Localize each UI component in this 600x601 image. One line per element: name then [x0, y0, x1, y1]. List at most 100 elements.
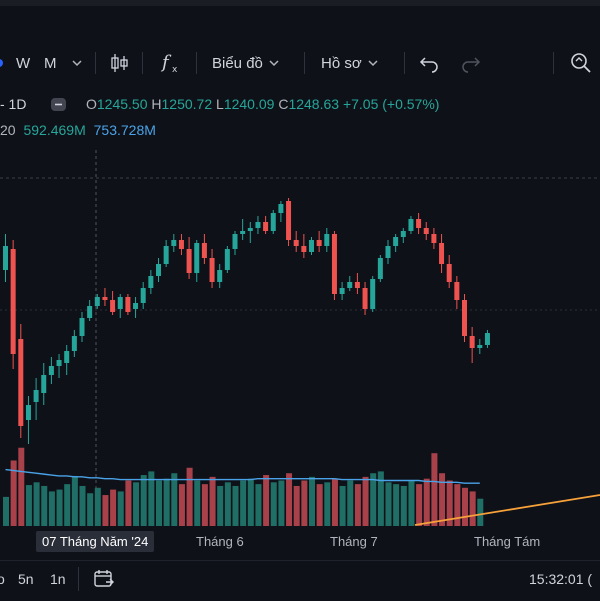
candle-body	[462, 300, 467, 336]
volume-bar	[217, 485, 224, 526]
close-label: C	[278, 96, 289, 112]
candle-body	[370, 279, 376, 309]
volume-bar	[25, 485, 32, 526]
candle-body	[94, 297, 100, 306]
range-partial-button[interactable]: o	[0, 571, 5, 587]
price-chart[interactable]	[0, 150, 600, 528]
time-tick-july: Tháng 7	[330, 534, 378, 549]
open-label: O	[86, 96, 97, 112]
volume-bar	[247, 478, 254, 526]
range-1d-button[interactable]: 1n	[50, 571, 66, 587]
candle-body	[423, 228, 429, 234]
chevron-down-icon	[368, 60, 378, 67]
candle-body	[156, 264, 161, 276]
clock-timezone[interactable]: 15:32:01 (	[529, 571, 592, 587]
chart-type-dropdown[interactable]: Biểu đồ	[212, 40, 283, 86]
candle-body	[278, 204, 284, 213]
candle-body	[316, 240, 322, 246]
volume-bar	[110, 489, 117, 526]
candle-body	[48, 366, 54, 375]
candle-body	[439, 243, 445, 264]
legend-collapse-icon[interactable]	[50, 95, 68, 116]
window-top-strip	[0, 0, 600, 6]
candle-body	[324, 234, 330, 246]
volume-bar	[224, 482, 231, 526]
interval-weekly-label: W	[16, 54, 31, 72]
volume-bar	[362, 476, 369, 526]
replay-search-icon[interactable]	[568, 40, 594, 86]
candle-body	[64, 351, 70, 363]
interval-dropdown-chevron-icon[interactable]	[70, 40, 84, 86]
volume-bar	[201, 484, 208, 526]
candle-body	[209, 258, 215, 282]
volume-bar	[33, 482, 40, 526]
candle-body	[270, 213, 276, 231]
volume-bar	[408, 480, 415, 526]
volume-bar	[133, 482, 140, 526]
volume-bar	[171, 473, 178, 526]
volume-legend: 20 592.469M 753.728M	[0, 122, 156, 140]
candle-body	[125, 297, 131, 312]
candle-body	[87, 306, 93, 318]
candle-body	[56, 360, 62, 366]
calendar-goto-icon[interactable]	[92, 568, 116, 593]
volume-bar	[469, 491, 476, 526]
volume-bar	[94, 487, 101, 526]
candle-body	[301, 246, 307, 252]
profile-dropdown[interactable]: Hồ sơ	[321, 40, 382, 86]
interval-weekly-button[interactable]: W	[16, 40, 30, 86]
volume-ma-period: 20	[0, 122, 16, 138]
interval-dot-icon[interactable]	[0, 40, 7, 86]
undo-icon[interactable]	[418, 40, 440, 86]
candles-chart-icon[interactable]	[108, 40, 130, 86]
indicators-fx-icon[interactable]: f x	[160, 40, 182, 86]
candle-body	[286, 201, 292, 240]
low-label: L	[216, 96, 224, 112]
volume-bar	[232, 485, 239, 526]
toolbar-separator	[553, 52, 554, 74]
volume-bar	[71, 475, 78, 526]
candle-body	[3, 246, 8, 270]
volume-bar	[140, 475, 147, 526]
candle-body	[240, 231, 246, 234]
range-5d-button[interactable]: 5n	[18, 571, 34, 587]
candle-body	[400, 231, 406, 237]
candle-body	[454, 282, 460, 300]
volume-bar	[316, 484, 323, 526]
volume-bar	[263, 475, 270, 526]
redo-icon[interactable]	[460, 40, 482, 86]
candle-body	[416, 219, 422, 228]
candle-body	[79, 318, 85, 336]
close-value: 1248.63	[288, 96, 340, 112]
volume-bar	[240, 480, 247, 526]
candle-body	[25, 405, 31, 420]
volume-bar	[48, 491, 55, 526]
time-axis[interactable]: 07 Tháng Năm '24 Tháng 6 Tháng 7 Tháng T…	[0, 528, 600, 558]
volume-bar	[354, 484, 361, 526]
volume-bar	[416, 484, 423, 526]
candle-body	[354, 282, 360, 288]
candle-body	[194, 243, 200, 273]
volume-bar	[79, 485, 86, 526]
candle-body	[117, 297, 123, 309]
interval-monthly-button[interactable]: M	[44, 40, 57, 86]
candle-body	[178, 240, 184, 249]
toolbar-separator	[304, 52, 305, 74]
volume-bar	[439, 473, 446, 526]
volume-bar	[278, 480, 285, 526]
candle-body	[431, 234, 437, 243]
svg-text:f: f	[160, 52, 172, 73]
volume-bar	[270, 482, 277, 526]
candle-body	[469, 336, 475, 348]
candle-body	[10, 249, 16, 354]
candle-body	[263, 222, 269, 231]
candle-body	[309, 240, 314, 252]
candle-body	[385, 246, 391, 258]
candle-body	[232, 234, 238, 249]
volume-bar	[56, 489, 63, 526]
chart-type-label: Biểu đồ	[212, 54, 263, 72]
volume-bar	[309, 476, 315, 526]
candle-body	[477, 345, 483, 348]
volume-bar	[87, 493, 94, 526]
top-toolbar: W M f x Biểu đồ Hồ sơ	[0, 40, 600, 86]
